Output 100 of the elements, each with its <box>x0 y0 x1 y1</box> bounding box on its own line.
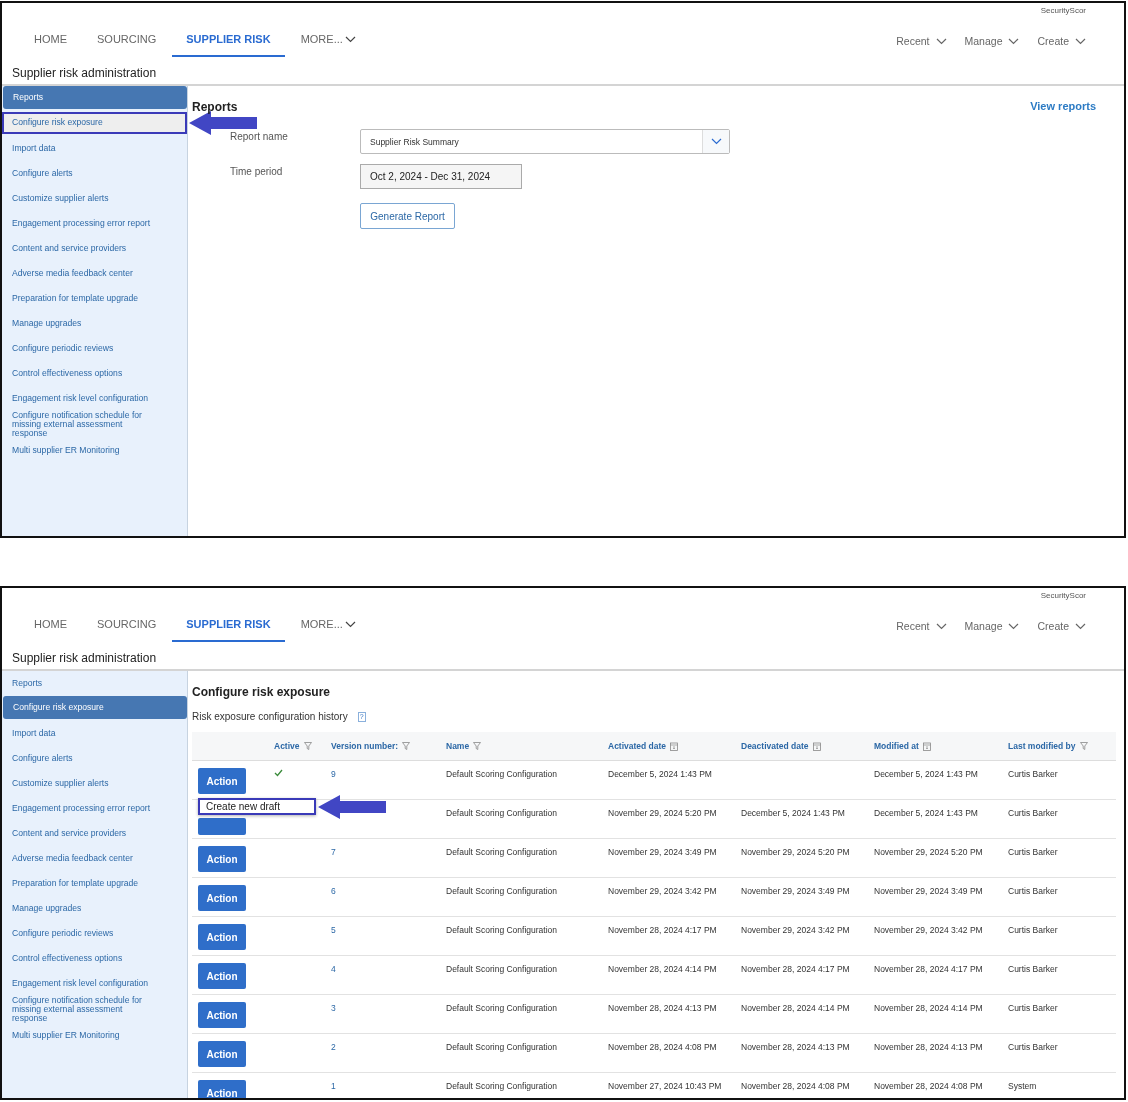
action-button[interactable] <box>198 818 246 835</box>
table-cell: Curtis Barker <box>1008 964 1058 974</box>
nav-tab[interactable]: MORE... <box>286 33 370 57</box>
sidebar-item[interactable]: Multi supplier ER Monitoring <box>2 1023 187 1049</box>
page-subtitle: Supplier risk administration <box>11 65 158 80</box>
chevron-down-icon <box>935 622 947 630</box>
nav-tab[interactable]: HOME <box>20 618 81 642</box>
column-header[interactable]: Deactivated date <box>741 741 809 751</box>
column-header[interactable]: Name <box>446 741 470 751</box>
table-cell: December 5, 2024 1:43 PM <box>741 808 845 818</box>
sidebar-item[interactable]: Import data <box>2 721 187 746</box>
column-header[interactable]: Activated date <box>608 741 667 751</box>
sidebar-item[interactable]: Control effectiveness options <box>2 946 187 971</box>
table-cell: Curtis Barker <box>1008 925 1058 935</box>
time-period-field[interactable]: Oct 2, 2024 - Dec 31, 2024 <box>360 164 522 189</box>
sidebar-item[interactable]: Customize supplier alerts <box>2 771 187 796</box>
version-link[interactable]: 4 <box>331 964 336 974</box>
sidebar-item[interactable]: Content and service providers <box>2 821 187 846</box>
action-button[interactable]: Action <box>198 1041 246 1067</box>
history-title: Risk exposure configuration history <box>192 711 348 722</box>
nav-tab[interactable]: SUPPLIER RISK <box>172 33 285 57</box>
sidebar-item[interactable]: Configure alerts <box>2 161 187 186</box>
header-menu[interactable]: Create <box>1037 35 1086 47</box>
report-name-select[interactable]: Supplier Risk Summary <box>360 129 730 154</box>
chevron-down-icon <box>1008 37 1020 45</box>
table-cell: November 29, 2024 3:49 PM <box>608 847 717 857</box>
table-cell: November 29, 2024 5:20 PM <box>608 808 717 818</box>
version-link[interactable]: 6 <box>331 886 336 896</box>
sidebar-item[interactable]: Engagement processing error report <box>2 211 187 236</box>
sidebar-item[interactable]: Configure notification schedule for missing external assessment response <box>2 411 187 439</box>
version-link[interactable]: 5 <box>331 925 336 935</box>
sidebar-item[interactable]: Configure alerts <box>2 746 187 771</box>
sidebar-item[interactable]: Manage upgrades <box>2 311 187 336</box>
version-link[interactable]: 2 <box>331 1042 336 1052</box>
menu-item[interactable]: Create new draft <box>198 798 316 815</box>
version-link[interactable]: 1 <box>331 1081 336 1091</box>
sidebar-item[interactable]: Adverse media feedback center <box>2 261 187 286</box>
action-button[interactable]: Action <box>198 846 246 872</box>
table-cell: Default Scoring Configuration <box>446 1081 558 1091</box>
header-menu[interactable]: Manage <box>964 620 1020 632</box>
table-cell: November 29, 2024 3:42 PM <box>741 925 850 935</box>
filter-icon <box>303 742 312 750</box>
header-menu[interactable]: Recent <box>896 620 947 632</box>
sidebar-item[interactable]: Engagement risk level configuration <box>2 971 187 996</box>
sidebar-item[interactable]: Engagement risk level configuration <box>2 386 187 411</box>
sidebar-item[interactable]: Multi supplier ER Monitoring <box>2 438 187 464</box>
action-button[interactable]: Action <box>198 885 246 911</box>
chevron-down-icon <box>1008 622 1020 630</box>
account-name[interactable]: SecurityScor <box>1040 6 1086 15</box>
table-cell: Default Scoring Configuration <box>446 769 558 779</box>
generate-report-button[interactable]: Generate Report <box>360 203 455 229</box>
sidebar-item[interactable]: Preparation for template upgrade <box>2 871 187 896</box>
sidebar-item[interactable]: Configure notification schedule for missing external assessment response <box>2 996 187 1024</box>
table-cell: November 28, 2024 4:17 PM <box>741 964 850 974</box>
action-button[interactable]: Action <box>198 924 246 950</box>
nav-tab[interactable]: HOME <box>20 33 81 57</box>
arrow-icon <box>318 794 386 819</box>
sidebar-item[interactable]: Customize supplier alerts <box>2 186 187 211</box>
sidebar-item[interactable]: Manage upgrades <box>2 896 187 921</box>
sidebar-item[interactable]: Control effectiveness options <box>2 361 187 386</box>
version-link[interactable]: 7 <box>331 847 336 857</box>
sidebar-item[interactable]: Reports <box>3 86 187 109</box>
table-cell: Default Scoring Configuration <box>446 847 558 857</box>
chevron-down-icon <box>710 138 722 145</box>
header-menu[interactable]: Manage <box>964 35 1020 47</box>
table-cell: November 29, 2024 3:42 PM <box>874 925 983 935</box>
header-menu[interactable]: Create <box>1037 620 1086 632</box>
column-header[interactable]: Active <box>274 741 300 751</box>
action-button[interactable]: Action <box>198 1080 246 1098</box>
sidebar-item[interactable]: Adverse media feedback center <box>2 846 187 871</box>
account-name[interactable]: SecurityScor <box>1040 591 1086 600</box>
table-cell: December 5, 2024 1:43 PM <box>874 808 978 818</box>
table-cell: Default Scoring Configuration <box>446 964 558 974</box>
sidebar-item[interactable]: Preparation for template upgrade <box>2 286 187 311</box>
action-button[interactable]: Action <box>198 768 246 794</box>
table-cell: Curtis Barker <box>1008 847 1058 857</box>
filter-icon <box>402 742 411 750</box>
version-link[interactable]: 9 <box>331 769 336 779</box>
sidebar-item[interactable]: Content and service providers <box>2 236 187 261</box>
action-button[interactable]: Action <box>198 1002 246 1028</box>
table-cell: Default Scoring Configuration <box>446 1003 558 1013</box>
nav-tab[interactable]: MORE... <box>286 618 370 642</box>
table-cell: Curtis Barker <box>1008 769 1058 779</box>
sidebar-item[interactable]: Reports <box>2 671 187 696</box>
action-button[interactable]: Action <box>198 963 246 989</box>
nav-tab[interactable]: SOURCING <box>83 618 171 642</box>
view-reports-link[interactable]: View reports <box>1030 100 1096 112</box>
nav-tab[interactable]: SOURCING <box>83 33 171 57</box>
table-cell: Default Scoring Configuration <box>446 808 558 818</box>
chevron-down-icon <box>1075 37 1086 45</box>
sidebar-item[interactable]: Configure periodic reviews <box>2 336 187 361</box>
table-cell: Curtis Barker <box>1008 886 1058 896</box>
sidebar-item[interactable]: Configure risk exposure <box>3 696 187 719</box>
version-link[interactable]: 3 <box>331 1003 336 1013</box>
sidebar-item[interactable]: Configure periodic reviews <box>2 921 187 946</box>
sidebar-item[interactable]: Engagement processing error report <box>2 796 187 821</box>
nav-tab[interactable]: SUPPLIER RISK <box>172 618 285 642</box>
sidebar-item[interactable]: Import data <box>2 136 187 161</box>
column-header[interactable]: Modified at <box>874 741 919 751</box>
header-menu[interactable]: Recent <box>896 35 947 47</box>
